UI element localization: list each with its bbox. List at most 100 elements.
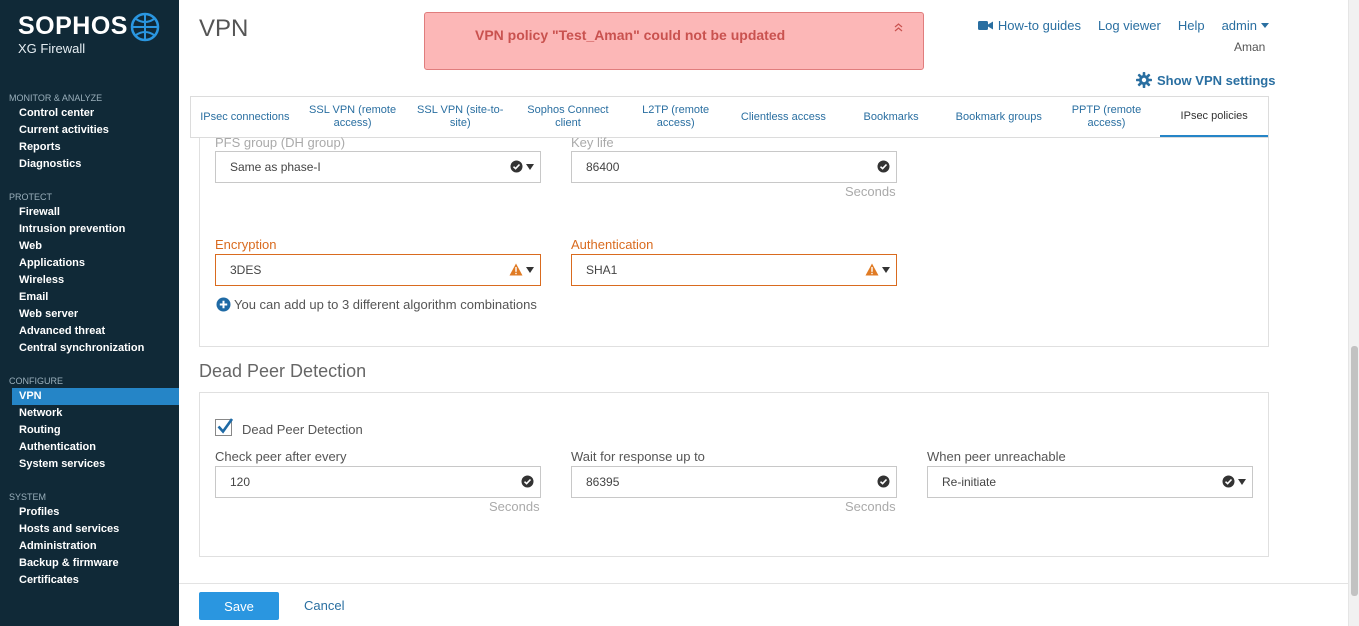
authentication-select[interactable]: SHA1	[571, 254, 897, 286]
save-button[interactable]: Save	[199, 592, 279, 620]
check-circle-icon	[1222, 475, 1235, 488]
sidebar-item-intrusion-prevention[interactable]: Intrusion prevention	[0, 221, 179, 238]
wait-response-value: 86395	[586, 475, 620, 489]
check-peer-input[interactable]: 120	[215, 466, 541, 498]
sidebar-item-vpn[interactable]: VPN	[12, 388, 179, 405]
scrollbar-thumb[interactable]	[1351, 346, 1358, 596]
form-footer: Save Cancel	[179, 583, 1348, 626]
authentication-label: Authentication	[571, 237, 654, 252]
sidebar-item-wireless[interactable]: Wireless	[0, 272, 179, 289]
collapse-alert-icon[interactable]	[894, 23, 903, 35]
admin-label: admin	[1221, 18, 1257, 33]
tab-bookmark-groups[interactable]: Bookmark groups	[945, 97, 1053, 137]
encryption-value: 3DES	[230, 263, 262, 277]
dpd-checkbox[interactable]	[215, 418, 234, 436]
help-link[interactable]: Help	[1178, 18, 1205, 33]
tab-bookmarks[interactable]: Bookmarks	[837, 97, 945, 137]
globe-icon	[130, 12, 160, 42]
sidebar-item-routing[interactable]: Routing	[0, 422, 179, 439]
key-life-input[interactable]: 86400	[571, 151, 897, 183]
nav-system: SYSTEM Profiles Hosts and services Admin…	[0, 490, 179, 589]
how-to-guides-link[interactable]: How-to guides	[977, 18, 1081, 33]
key-life-label: Key life	[571, 135, 614, 150]
nav-monitor: MONITOR & ANALYZE Control center Current…	[0, 91, 179, 173]
wait-response-input[interactable]: 86395	[571, 466, 897, 498]
tab-ipsec-policies[interactable]: IPsec policies	[1160, 97, 1269, 137]
dpd-section-title: Dead Peer Detection	[199, 361, 367, 381]
sidebar-item-central-synchronization[interactable]: Central synchronization	[0, 340, 179, 357]
sidebar-item-hosts-and-services[interactable]: Hosts and services	[0, 521, 179, 538]
sidebar-item-applications[interactable]: Applications	[0, 255, 179, 272]
warning-icon	[865, 263, 879, 276]
username: Aman	[1234, 40, 1266, 54]
tab-ssl-vpn-site-to-site[interactable]: SSL VPN (site-to-site)	[406, 97, 514, 137]
show-vpn-settings-link[interactable]: Show VPN settings	[1136, 72, 1275, 88]
how-to-guides-label: How-to guides	[997, 18, 1081, 33]
nav-heading: SYSTEM	[9, 492, 47, 502]
nav-heading: PROTECT	[9, 192, 53, 202]
sidebar-item-reports[interactable]: Reports	[0, 139, 179, 156]
check-circle-icon	[510, 160, 523, 173]
caret-down-icon	[1238, 478, 1246, 485]
sidebar-item-diagnostics[interactable]: Diagnostics	[0, 156, 179, 173]
key-life-value: 86400	[586, 160, 620, 174]
pfs-group-label: PFS group (DH group)	[215, 135, 346, 150]
sophos-logo[interactable]: SOPHOS XG Firewall	[18, 12, 160, 56]
peer-unreachable-select[interactable]: Re-initiate	[927, 466, 1253, 498]
caret-down-icon	[882, 266, 890, 273]
sidebar-item-web-server[interactable]: Web server	[0, 306, 179, 323]
sidebar-item-profiles[interactable]: Profiles	[0, 504, 179, 521]
wait-response-label: Wait for response up to	[571, 449, 705, 464]
brand-name: SOPHOS	[18, 12, 128, 40]
brand-product: XG Firewall	[18, 41, 86, 56]
sidebar-item-authentication[interactable]: Authentication	[0, 439, 179, 456]
sidebar-item-email[interactable]: Email	[0, 289, 179, 306]
sidebar-item-network[interactable]: Network	[0, 405, 179, 422]
tab-sophos-connect-client[interactable]: Sophos Connect client	[514, 97, 622, 137]
check-peer-label: Check peer after every	[215, 449, 347, 464]
encryption-select[interactable]: 3DES	[215, 254, 541, 286]
sidebar-item-web[interactable]: Web	[0, 238, 179, 255]
log-viewer-link[interactable]: Log viewer	[1098, 18, 1161, 33]
nav-heading: MONITOR & ANALYZE	[9, 93, 103, 103]
add-circle-icon	[216, 297, 231, 312]
encryption-label: Encryption	[215, 237, 277, 252]
tab-clientless-access[interactable]: Clientless access	[730, 97, 838, 137]
admin-menu[interactable]: admin	[1222, 18, 1269, 33]
sidebar-item-administration[interactable]: Administration	[0, 538, 179, 555]
sidebar-item-system-services[interactable]: System services	[0, 456, 179, 473]
caret-down-icon	[1261, 23, 1269, 28]
sidebar-item-advanced-threat[interactable]: Advanced threat	[0, 323, 179, 340]
tab-ipsec-connections[interactable]: IPsec connections	[191, 97, 299, 137]
sidebar-item-control-center[interactable]: Control center	[0, 105, 179, 122]
pfs-group-select[interactable]: Same as phase-I	[215, 151, 541, 183]
pfs-group-value: Same as phase-I	[230, 160, 321, 174]
tab-ssl-vpn-remote-access[interactable]: SSL VPN (remote access)	[299, 97, 407, 137]
nav-heading: CONFIGURE	[9, 376, 63, 386]
sidebar-item-backup-firmware[interactable]: Backup & firmware	[0, 555, 179, 572]
wait-response-unit: Seconds	[845, 499, 896, 514]
peer-unreachable-value: Re-initiate	[942, 475, 997, 489]
add-algorithm-combination[interactable]: You can add up to 3 different algorithm …	[216, 297, 537, 312]
page-scrollbar[interactable]	[1348, 0, 1359, 626]
peer-unreachable-label: When peer unreachable	[927, 449, 1066, 464]
tab-pptp-remote-access[interactable]: PPTP (remote access)	[1053, 97, 1161, 137]
alert-message: VPN policy "Test_Aman" could not be upda…	[475, 27, 786, 43]
sidebar-item-firewall[interactable]: Firewall	[0, 204, 179, 221]
sidebar-item-current-activities[interactable]: Current activities	[0, 122, 179, 139]
video-camera-icon	[977, 21, 993, 30]
sidebar: SOPHOS XG Firewall MONITOR & ANALYZE Con…	[0, 0, 179, 626]
add-algorithm-label: You can add up to 3 different algorithm …	[234, 297, 537, 312]
sidebar-item-certificates[interactable]: Certificates	[0, 572, 179, 589]
check-circle-icon	[877, 475, 890, 488]
dpd-checkbox-label: Dead Peer Detection	[242, 422, 363, 437]
check-peer-value: 120	[230, 475, 251, 489]
check-circle-icon	[877, 160, 890, 173]
key-life-unit: Seconds	[845, 184, 896, 199]
caret-down-icon	[526, 163, 534, 170]
gear-icon	[1136, 72, 1152, 88]
tab-l2tp-remote-access[interactable]: L2TP (remote access)	[622, 97, 730, 137]
checkmark-icon	[217, 418, 234, 434]
cancel-button[interactable]: Cancel	[304, 598, 344, 613]
caret-down-icon	[526, 266, 534, 273]
